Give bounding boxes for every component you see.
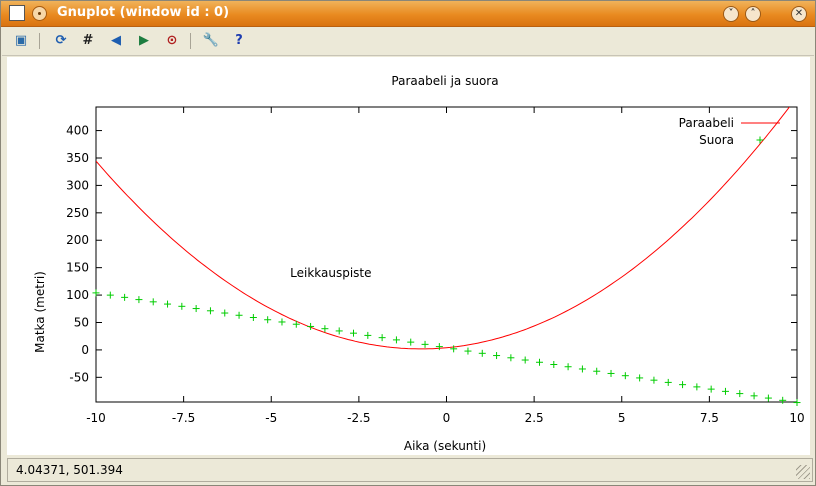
series-point-suora: [636, 374, 644, 382]
plot-border: [95, 106, 798, 403]
gnuplot-window: Gnuplot (window id : 0) ˅ ˄ ✕ ▣ ⟳ # ◀ ▶ …: [0, 0, 816, 486]
help-icon[interactable]: ?: [230, 32, 248, 50]
x-tick-label: -5: [265, 411, 277, 425]
series-point-suora: [535, 358, 543, 366]
toolbar-separator: [190, 33, 191, 49]
y-tick-label: 50: [74, 315, 89, 329]
copy-to-clipboard-icon[interactable]: ▣: [12, 32, 30, 50]
toolbar: ▣ ⟳ # ◀ ▶ ⊙ 🔧 ?: [2, 27, 814, 56]
series-point-suora: [650, 376, 658, 384]
series-point-suora: [736, 390, 744, 398]
series-point-suora: [750, 392, 758, 400]
resize-grip[interactable]: [796, 465, 810, 479]
series-point-suora: [578, 365, 586, 373]
x-tick-label: 2.5: [525, 411, 544, 425]
settings-icon[interactable]: 🔧: [202, 32, 220, 50]
x-tick-label: -7.5: [172, 411, 195, 425]
series-point-suora: [321, 325, 329, 333]
x-axis-label: Aika (sekunti): [404, 439, 486, 453]
x-tick-label: 7.5: [700, 411, 719, 425]
x-tick-label: -2.5: [347, 411, 370, 425]
x-tick-label: 0: [443, 411, 451, 425]
series-point-suora: [593, 367, 601, 375]
series-point-suora: [779, 396, 787, 404]
series-point-suora: [378, 334, 386, 342]
series-point-suora: [364, 331, 372, 339]
series-point-suora: [607, 369, 615, 377]
app-icon: [9, 5, 25, 21]
series-point-suora: [206, 307, 214, 315]
autoscale-icon[interactable]: ⊙: [163, 32, 181, 50]
toolbar-separator: [39, 33, 40, 49]
title-bar[interactable]: Gnuplot (window id : 0) ˅ ˄ ✕: [1, 1, 815, 27]
y-tick-label: 400: [66, 124, 89, 138]
y-tick-label: 300: [66, 178, 89, 192]
y-tick-label: 0: [81, 343, 89, 357]
series-point-suora: [707, 385, 715, 393]
series-point-suora: [350, 329, 358, 337]
maximize-button[interactable]: ˄: [745, 6, 761, 22]
series-point-suora: [335, 327, 343, 335]
replot-icon[interactable]: ⟳: [52, 32, 70, 50]
series-point-suora: [149, 298, 157, 306]
series-point-suora: [392, 336, 400, 344]
chart-title: Paraabeli ja suora: [391, 74, 498, 88]
series-point-suora: [464, 347, 472, 355]
series-point-suora: [135, 296, 143, 304]
minimize-button[interactable]: ˅: [723, 6, 739, 22]
y-tick-label: 100: [66, 288, 89, 302]
x-tick-label: 5: [618, 411, 626, 425]
x-tick-label: -10: [86, 411, 106, 425]
series-point-suora: [478, 349, 486, 357]
annotation-label: Leikkauspiste: [290, 266, 371, 280]
series-point-suora: [550, 361, 558, 369]
series-point-suora: [421, 340, 429, 348]
series-point-suora: [721, 387, 729, 395]
y-tick-label: 250: [66, 206, 89, 220]
series-point-suora: [235, 311, 243, 319]
series-point-suora: [249, 314, 257, 322]
series-point-suora: [764, 394, 772, 402]
close-button[interactable]: ✕: [791, 6, 807, 22]
series-point-suora: [793, 399, 801, 407]
series-point-suora: [693, 383, 701, 391]
series-point-suora: [264, 316, 272, 324]
status-bar: 4.04371, 501.394: [7, 458, 813, 482]
previous-zoom-icon[interactable]: ◀: [107, 32, 125, 50]
series-point-suora: [164, 300, 172, 308]
y-tick-label: 350: [66, 151, 89, 165]
window-menu-button[interactable]: [32, 6, 47, 21]
series-line-paraabeli: [96, 107, 791, 350]
x-tick-label: 10: [789, 411, 804, 425]
series-point-suora: [307, 322, 315, 330]
series-point-suora: [679, 381, 687, 389]
series-point-suora: [493, 352, 501, 360]
plot-area[interactable]: Paraabeli ja suora Matka (metri) Aika (s…: [7, 57, 810, 455]
y-axis-label: Matka (metri): [33, 271, 47, 353]
series-point-suora: [221, 309, 229, 317]
legend-label-paraabeli: Paraabeli: [679, 116, 734, 130]
next-zoom-icon[interactable]: ▶: [135, 32, 153, 50]
y-tick-label: -50: [69, 370, 89, 384]
series-point-suora: [407, 338, 415, 346]
series-point-suora: [664, 378, 672, 386]
mouse-coordinates: 4.04371, 501.394: [16, 463, 123, 477]
legend-label-suora: Suora: [699, 133, 734, 147]
window-title: Gnuplot (window id : 0): [57, 5, 230, 20]
series-point-suora: [564, 363, 572, 371]
series-point-suora: [178, 302, 186, 310]
plot-canvas[interactable]: Paraabeli ja suora Matka (metri) Aika (s…: [7, 57, 810, 455]
series-point-suora: [278, 318, 286, 326]
y-tick-label: 200: [66, 233, 89, 247]
series-point-suora: [106, 291, 114, 299]
series-point-suora: [521, 356, 529, 364]
y-tick-label: 150: [66, 261, 89, 275]
series-point-suora: [192, 305, 200, 313]
series-point-suora: [292, 320, 300, 328]
series-point-suora: [507, 354, 515, 362]
series-point-suora: [621, 372, 629, 380]
series-point-suora: [121, 293, 129, 301]
series-point-suora: [435, 343, 443, 351]
grid-icon[interactable]: #: [79, 32, 97, 50]
